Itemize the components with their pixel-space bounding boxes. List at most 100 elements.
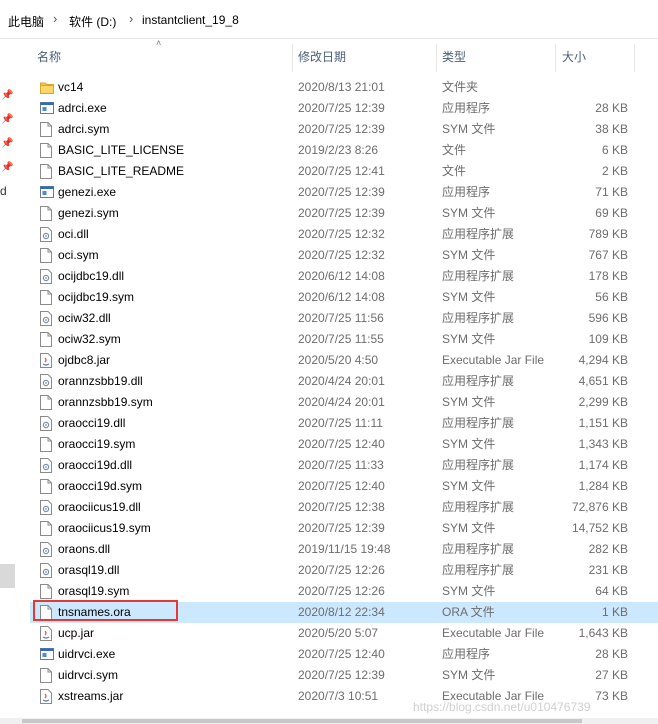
chevron-right-icon[interactable]: › (53, 11, 57, 26)
file-type: ORA 文件 (442, 605, 495, 619)
file-type: 应用程序扩展 (442, 500, 515, 514)
file-date: 2020/7/25 12:38 (298, 500, 385, 514)
file-row[interactable]: oraocci19d.sym 2020/7/25 12:40 SYM 文件 1,284… (30, 476, 658, 497)
file-date: 2020/7/25 12:39 (298, 122, 385, 136)
column-divider[interactable] (634, 44, 635, 72)
file-row[interactable]: genezi.exe 2020/7/25 12:39 应用程序 71 KB (30, 182, 658, 203)
file-date: 2020/7/25 12:40 (298, 437, 385, 451)
file-date: 2020/5/20 4:50 (298, 353, 379, 367)
file-icon (40, 143, 52, 158)
file-name: oraons.dll (58, 542, 111, 556)
file-row[interactable]: ocijdbc19.sym 2020/6/12 14:08 SYM 文件 56 KB (30, 287, 658, 308)
file-row[interactable]: uidrvci.sym 2020/7/25 12:39 SYM 文件 27 KB (30, 665, 658, 686)
file-type: SYM 文件 (442, 332, 496, 346)
file-icon (40, 395, 52, 410)
file-size: 69 KB (595, 206, 628, 220)
file-type: SYM 文件 (442, 206, 496, 220)
file-size: 28 KB (595, 101, 628, 115)
folder-icon (40, 80, 54, 95)
file-row[interactable]: ojdbc8.jar 2020/5/20 4:50 Executable Jar F… (30, 350, 658, 371)
column-header-size[interactable]: 大小 (562, 44, 586, 70)
nav-selected-item[interactable] (0, 564, 15, 588)
file-type: SYM 文件 (442, 479, 496, 493)
scrollbar-thumb[interactable] (22, 719, 582, 723)
nav-item-label[interactable]: d (0, 184, 7, 198)
file-name: oraocci19.sym (58, 437, 136, 451)
file-size: 28 KB (595, 647, 628, 661)
breadcrumb-item-this-pc[interactable]: 此电脑 (8, 13, 44, 30)
file-size: 282 KB (588, 542, 628, 556)
file-row[interactable]: ociw32.sym 2020/7/25 11:55 SYM 文件 109 KB (30, 329, 658, 350)
file-row[interactable]: oraocci19.dll 2020/7/25 11:11 应用程序扩展 1,151 … (30, 413, 658, 434)
breadcrumb-item-instantclient[interactable]: instantclient_19_8 (142, 13, 239, 27)
file-name: genezi.exe (58, 185, 117, 199)
file-row[interactable]: ociw32.dll 2020/7/25 11:56 应用程序扩展 596 KB (30, 308, 658, 329)
file-type: 应用程序扩展 (442, 416, 515, 430)
file-type: 文件 (442, 143, 467, 157)
file-row[interactable]: orannzsbb19.dll 2020/4/24 20:01 应用程序扩展 4,65… (30, 371, 658, 392)
file-row[interactable]: adrci.exe 2020/7/25 12:39 应用程序 28 KB (30, 98, 658, 119)
column-divider[interactable] (292, 44, 293, 72)
file-row[interactable]: orannzsbb19.sym 2020/4/24 20:01 SYM 文件 2,29… (30, 392, 658, 413)
dll-icon (40, 227, 52, 242)
file-type: 应用程序 (442, 185, 491, 199)
pin-icon[interactable]: 📌 (1, 162, 13, 173)
file-row[interactable]: BASIC_LITE_README 2020/7/25 12:41 文件 2 KB (30, 161, 658, 182)
file-name: genezi.sym (58, 206, 119, 220)
file-type: SYM 文件 (442, 584, 496, 598)
watermark: https://blog.csdn.net/u010476739 (413, 700, 591, 714)
file-name: adrci.exe (58, 101, 107, 115)
file-name: ociw32.dll (58, 311, 111, 325)
dll-icon (40, 563, 52, 578)
file-row[interactable]: BASIC_LITE_LICENSE 2019/2/23 8:26 文件 6 KB (30, 140, 658, 161)
file-date: 2020/4/24 20:01 (298, 374, 385, 388)
pin-icon[interactable]: 📌 (1, 138, 13, 149)
file-row[interactable]: uidrvci.exe 2020/7/25 12:40 应用程序 28 KB (30, 644, 658, 665)
file-date: 2020/7/25 12:39 (298, 668, 385, 682)
column-header-type[interactable]: 类型 (442, 44, 466, 70)
file-row[interactable]: orasql19.dll 2020/7/25 12:26 应用程序扩展 231 KB (30, 560, 658, 581)
pin-icon[interactable]: 📌 (1, 90, 13, 101)
dll-icon (40, 311, 52, 326)
file-row[interactable]: oraocci19.sym 2020/7/25 12:40 SYM 文件 1,343 … (30, 434, 658, 455)
file-row[interactable]: oci.sym 2020/7/25 12:32 SYM 文件 767 KB (30, 245, 658, 266)
file-icon (40, 122, 52, 137)
file-row[interactable]: oraocci19d.dll 2020/7/25 11:33 应用程序扩展 1,174… (30, 455, 658, 476)
file-size: 109 KB (588, 332, 628, 346)
file-date: 2019/2/23 8:26 (298, 143, 379, 157)
file-row[interactable]: adrci.sym 2020/7/25 12:39 SYM 文件 38 KB (30, 119, 658, 140)
column-header-date[interactable]: 修改日期 (298, 44, 346, 70)
file-row[interactable]: oraons.dll 2019/11/15 19:48 应用程序扩展 282 KB (30, 539, 658, 560)
file-row[interactable]: vc14 2020/8/13 21:01 文件夹 (30, 77, 658, 98)
breadcrumb-item-drive-d[interactable]: 软件 (D:) (69, 13, 116, 30)
file-date: 2020/7/25 12:39 (298, 185, 385, 199)
file-row[interactable]: oraociicus19.sym 2020/7/25 12:39 SYM 文件 14,… (30, 518, 658, 539)
file-name: ocijdbc19.dll (58, 269, 125, 283)
file-icon (40, 332, 52, 347)
file-row[interactable]: oraociicus19.dll 2020/7/25 12:38 应用程序扩展 72,… (30, 497, 658, 518)
column-divider[interactable] (436, 44, 437, 72)
file-type: 文件夹 (442, 80, 479, 94)
file-size: 1,343 KB (578, 437, 628, 451)
file-type: Executable Jar File (442, 353, 545, 367)
chevron-right-icon[interactable]: › (129, 11, 133, 26)
file-size: 6 KB (601, 143, 628, 157)
file-name: orasql19.sym (58, 584, 130, 598)
file-row[interactable]: ocijdbc19.dll 2020/6/12 14:08 应用程序扩展 178 KB (30, 266, 658, 287)
file-size: 231 KB (588, 563, 628, 577)
file-row[interactable]: oci.dll 2020/7/25 12:32 应用程序扩展 789 KB (30, 224, 658, 245)
file-size: 14,752 KB (571, 521, 628, 535)
file-date: 2020/7/25 12:39 (298, 101, 385, 115)
file-name: oraocci19d.dll (58, 458, 133, 472)
file-date: 2020/6/12 14:08 (298, 269, 385, 283)
file-size: 56 KB (595, 290, 628, 304)
file-icon (40, 290, 52, 305)
file-row[interactable]: ucp.jar 2020/5/20 5:07 Executable Jar File… (30, 623, 658, 644)
column-header-name[interactable]: 名称 (37, 44, 61, 70)
file-row[interactable]: orasql19.sym 2020/7/25 12:26 SYM 文件 64 KB (30, 581, 658, 602)
column-divider[interactable] (555, 44, 556, 72)
file-type: SYM 文件 (442, 248, 496, 262)
exe-icon (40, 647, 54, 662)
pin-icon[interactable]: 📌 (1, 114, 13, 125)
file-row[interactable]: genezi.sym 2020/7/25 12:39 SYM 文件 69 KB (30, 203, 658, 224)
